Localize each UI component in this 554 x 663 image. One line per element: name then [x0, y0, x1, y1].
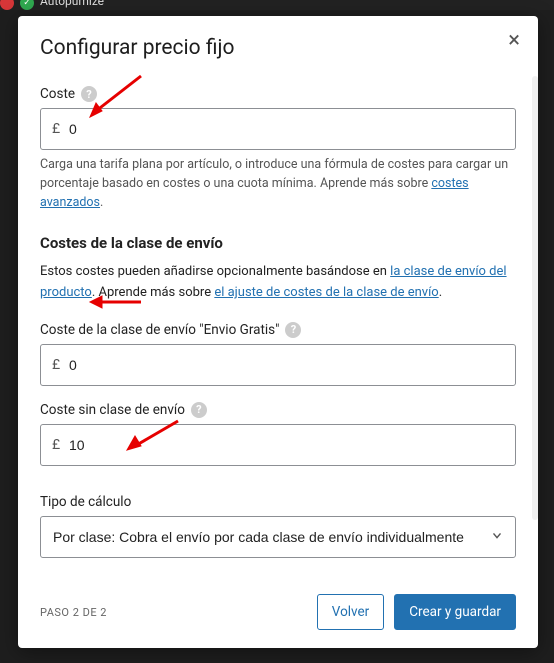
calculation-type-field: Tipo de cálculo Por clase: Cobra el enví…: [40, 494, 516, 558]
help-icon[interactable]: ?: [191, 402, 207, 418]
back-button[interactable]: Volver: [317, 594, 384, 630]
help-icon[interactable]: ?: [81, 86, 97, 102]
cost-label: Coste: [40, 86, 75, 102]
step-indicator: PASO 2 DE 2: [40, 606, 107, 619]
shipping-class-cost-label: Coste de la clase de envío "Envio Gratis…: [40, 322, 279, 338]
shipping-desc-pre: Estos costes pueden añadirse opcionalmen…: [40, 264, 390, 279]
cost-hint-post: .: [100, 195, 103, 210]
shipping-section-title: Costes de la clase de envío: [40, 234, 516, 252]
browser-top-strip: ✓ Autopumize: [0, 0, 554, 10]
calculation-type-select[interactable]: Por clase: Cobra el envío por cada clase…: [40, 516, 516, 558]
shipping-class-cost-setting-link[interactable]: el ajuste de costes de la clase de envío: [214, 285, 438, 300]
shipping-desc-mid: . Aprende más sobre: [92, 285, 214, 300]
cost-hint: Carga una tarifa plana por artículo, o i…: [40, 156, 516, 212]
green-check-icon: ✓: [20, 0, 34, 10]
modal-body: Configurar precio fijo Coste ? £ Carga u…: [18, 16, 538, 580]
scrollbar[interactable]: [532, 76, 538, 520]
no-shipping-class-cost-label: Coste sin clase de envío: [40, 402, 185, 418]
no-shipping-class-cost-field: Coste sin clase de envío ? £: [40, 402, 516, 466]
top-app-text: Autopumize: [40, 0, 104, 8]
modal-footer: PASO 2 DE 2 Volver Crear y guardar: [18, 580, 538, 648]
cost-field: Coste ? £ Carga una tarifa plana por art…: [40, 86, 516, 212]
cost-input[interactable]: [40, 108, 516, 150]
shipping-class-cost-input[interactable]: [40, 344, 516, 386]
shipping-section-desc: Estos costes pueden añadirse opcionalmen…: [40, 262, 516, 304]
shipping-desc-post: .: [439, 285, 442, 300]
settings-modal: × Configurar precio fijo Coste ? £ Carga…: [18, 16, 538, 648]
help-icon[interactable]: ?: [285, 322, 301, 338]
calculation-type-label: Tipo de cálculo: [40, 494, 131, 510]
no-shipping-class-cost-input[interactable]: [40, 424, 516, 466]
shipping-class-cost-field: Coste de la clase de envío "Envio Gratis…: [40, 322, 516, 386]
save-button[interactable]: Crear y guardar: [394, 594, 516, 630]
modal-title: Configurar precio fijo: [40, 36, 516, 60]
red-dot-icon: [0, 0, 14, 10]
page-backdrop: ✓ Autopumize × Configurar precio fijo Co…: [0, 0, 554, 663]
